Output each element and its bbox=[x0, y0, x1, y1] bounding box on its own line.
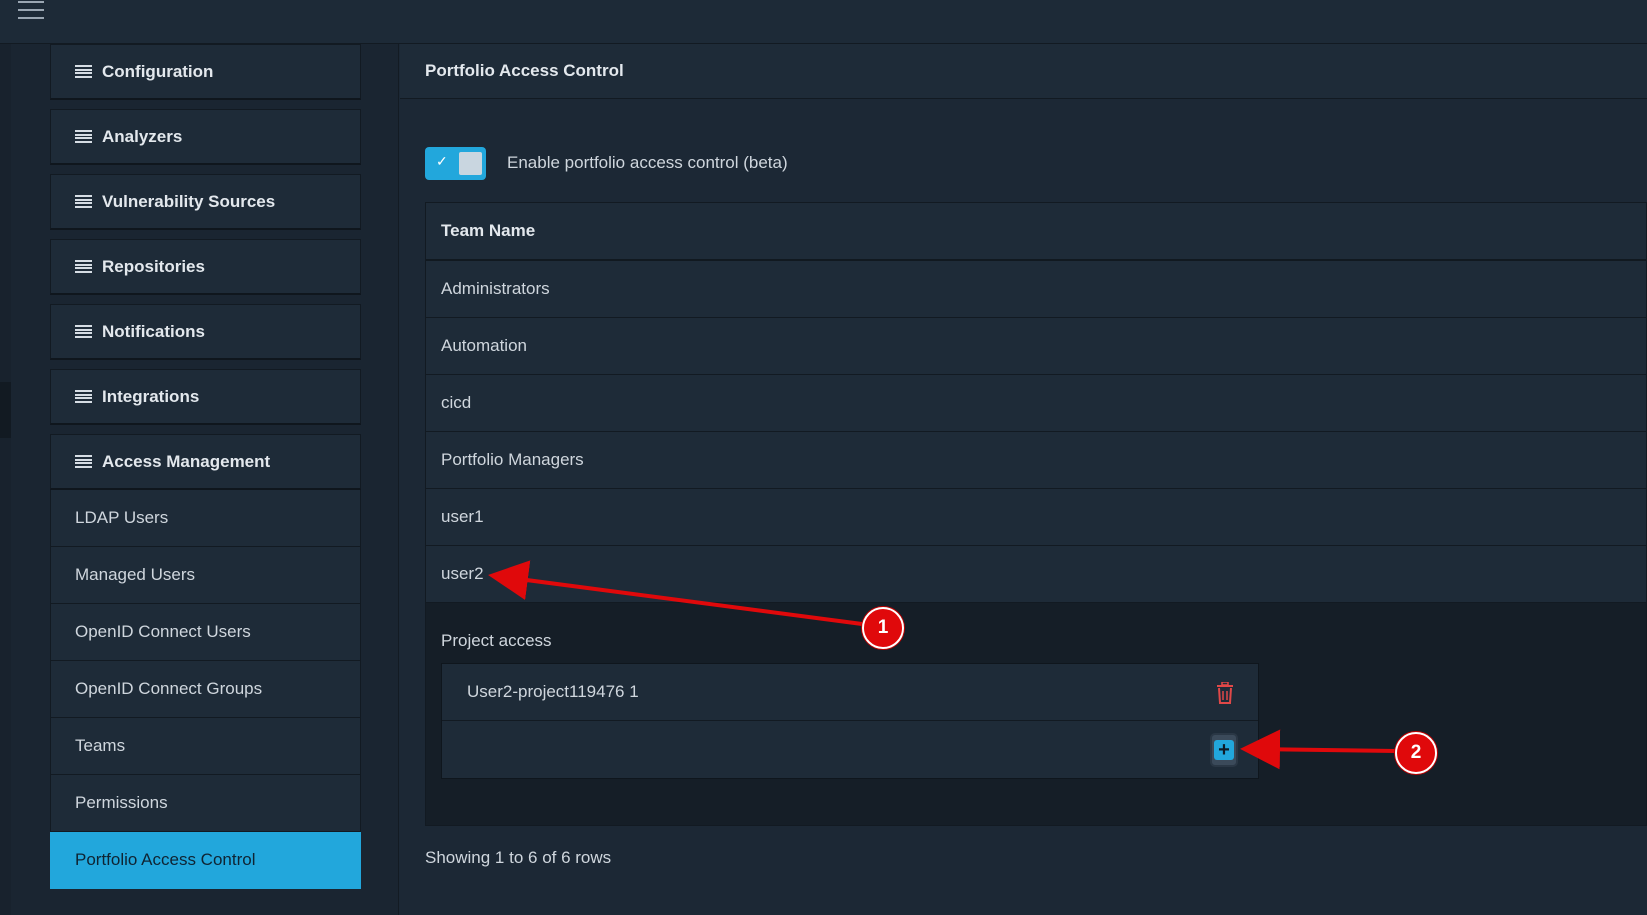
sidebar-item-managed-users[interactable]: Managed Users bbox=[50, 547, 361, 604]
sidebar-item-label: LDAP Users bbox=[75, 508, 169, 527]
table-row[interactable]: cicd bbox=[426, 375, 1646, 432]
sidebar-section-analyzers[interactable]: Analyzers bbox=[50, 109, 361, 165]
portfolio-access-toggle-row: ✓ Enable portfolio access control (beta) bbox=[425, 146, 788, 180]
sidebar-section-vulnerability-sources[interactable]: Vulnerability Sources bbox=[50, 174, 361, 230]
sidebar-item-label: OpenID Connect Users bbox=[75, 622, 251, 641]
pagination-info: Showing 1 to 6 of 6 rows bbox=[425, 848, 612, 867]
sidebar-section-label: Vulnerability Sources bbox=[102, 191, 276, 211]
annotation-badge-2: 2 bbox=[1395, 732, 1437, 774]
toggle-label: Enable portfolio access control (beta) bbox=[507, 153, 788, 172]
project-access-list: User2-project119476 1 + bbox=[441, 663, 1259, 779]
top-navbar bbox=[0, 0, 1647, 44]
sidebar-section-configuration[interactable]: Configuration bbox=[50, 44, 361, 100]
sidebar-item-label: Managed Users bbox=[75, 565, 196, 584]
project-access-label: Project access bbox=[441, 631, 552, 650]
page-title: Portfolio Access Control bbox=[400, 44, 1647, 99]
project-access-item: User2-project119476 1 bbox=[442, 664, 1258, 721]
list-icon bbox=[75, 455, 92, 468]
sidebar-item-portfolio-access-control[interactable]: Portfolio Access Control bbox=[50, 832, 361, 889]
annotation-badge-1: 1 bbox=[862, 607, 904, 649]
trash-icon[interactable] bbox=[1216, 682, 1234, 704]
table-row[interactable]: Administrators bbox=[426, 261, 1646, 318]
collapsed-rail bbox=[0, 44, 11, 915]
table-row[interactable]: Automation bbox=[426, 318, 1646, 375]
sidebar-section-label: Integrations bbox=[102, 386, 200, 406]
sidebar-item-permissions[interactable]: Permissions bbox=[50, 775, 361, 832]
checkmark-icon: ✓ bbox=[436, 152, 448, 169]
sidebar-item-ldap-users[interactable]: LDAP Users bbox=[50, 490, 361, 547]
sidebar-section-label: Configuration bbox=[102, 61, 214, 81]
sidebar-section-label: Analyzers bbox=[102, 126, 183, 146]
add-project-row: + bbox=[442, 721, 1258, 779]
sidebar-section-label: Notifications bbox=[102, 321, 205, 341]
teams-table: Team Name Administrators Automation cicd… bbox=[425, 202, 1647, 826]
sidebar-item-label: Permissions bbox=[75, 793, 168, 812]
list-icon bbox=[75, 325, 92, 338]
admin-sidebar: Configuration Analyzers Vulnerability So… bbox=[50, 44, 361, 889]
toggle-knob bbox=[459, 151, 482, 175]
row-detail-panel: Project access User2-project119476 1 + bbox=[426, 603, 1646, 825]
list-icon bbox=[75, 130, 92, 143]
add-project-button[interactable]: + bbox=[1210, 733, 1238, 767]
sidebar-item-label: Teams bbox=[75, 736, 126, 755]
sidebar-item-label: OpenID Connect Groups bbox=[75, 679, 263, 698]
sidebar-item-openid-connect-users[interactable]: OpenID Connect Users bbox=[50, 604, 361, 661]
sidebar-item-label: Portfolio Access Control bbox=[75, 850, 256, 869]
sidebar-section-integrations[interactable]: Integrations bbox=[50, 369, 361, 425]
table-row[interactable]: Portfolio Managers bbox=[426, 432, 1646, 489]
list-icon bbox=[75, 65, 92, 78]
sidebar-item-openid-connect-groups[interactable]: OpenID Connect Groups bbox=[50, 661, 361, 718]
list-icon bbox=[75, 260, 92, 273]
sidebar-section-access-management[interactable]: Access Management bbox=[50, 434, 361, 490]
table-row-user2[interactable]: user2 bbox=[426, 546, 1646, 603]
sidebar-item-teams[interactable]: Teams bbox=[50, 718, 361, 775]
hamburger-menu-icon[interactable] bbox=[18, 0, 44, 22]
sidebar-section-repositories[interactable]: Repositories bbox=[50, 239, 361, 295]
project-name: User2-project119476 1 bbox=[467, 682, 639, 701]
list-icon bbox=[75, 390, 92, 403]
sidebar-section-label: Access Management bbox=[102, 451, 271, 471]
table-row[interactable]: user1 bbox=[426, 489, 1646, 546]
portfolio-access-toggle[interactable]: ✓ bbox=[425, 146, 486, 180]
plus-icon: + bbox=[1214, 740, 1234, 760]
column-header-team-name[interactable]: Team Name bbox=[426, 203, 1646, 261]
sidebar-section-notifications[interactable]: Notifications bbox=[50, 304, 361, 360]
list-icon bbox=[75, 195, 92, 208]
sidebar-section-label: Repositories bbox=[102, 256, 205, 276]
